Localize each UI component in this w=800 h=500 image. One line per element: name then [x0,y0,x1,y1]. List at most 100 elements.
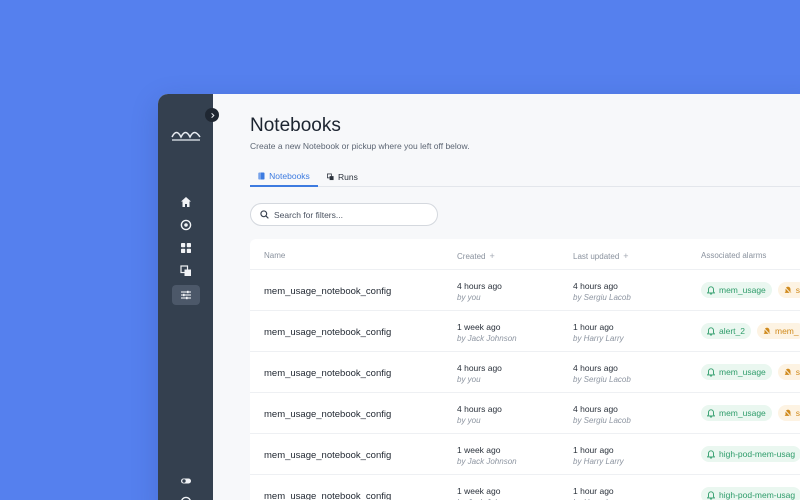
alarm-badge[interactable]: high-pod-mem-usag [701,487,800,500]
search-input[interactable]: Search for filters... [250,203,438,226]
page-subtitle: Create a new Notebook or pickup where yo… [250,141,470,151]
nav-copy[interactable] [172,261,200,281]
alarm-badge[interactable]: s [777,405,800,421]
column-header-alarms[interactable]: Associated alarms [701,251,766,260]
table-row[interactable]: mem_usage_notebook_config 1 week ago by Ja… [250,310,800,351]
alarm-badge[interactable]: s [777,282,800,298]
updated-cell: 1 hour agoby Harry Larry [573,445,624,466]
column-header-name[interactable]: Name [264,251,285,260]
updated-by: by Sergiu Lacob [573,375,631,384]
table-row[interactable]: mem_usage_notebook_config1 week agoby Ja… [250,433,800,474]
alarm-badge[interactable]: s [777,364,800,380]
column-header-created[interactable]: Created + [457,251,495,261]
alarm-label: alert_2 [719,326,745,336]
alarm-badge[interactable]: mem_usage [701,364,772,380]
copy-icon [180,265,191,276]
bell-off-icon [783,367,792,377]
tab-runs[interactable]: Runs [327,166,358,187]
bell-icon [707,490,715,500]
alarm-label: s [795,285,800,295]
app-window: Notebooks Create a new Notebook or picku… [158,94,800,500]
nav-help[interactable] [172,492,200,500]
updated-by: by Harry Larry [573,457,624,466]
created-cell: 4 hours ago by you [457,363,502,384]
alarms-cell: mem_usage s [701,282,800,298]
table-row[interactable]: mem_usage_notebook_config 4 hours ago by y… [250,351,800,392]
chevron-right-icon [210,112,215,118]
table-row[interactable]: mem_usage_notebook_config 1 week agoby Ja… [250,474,800,500]
updated-cell: 4 hours ago by Sergiu Lacob [573,404,631,425]
table-row[interactable]: mem_usage_notebook_config 4 hours ago by y… [250,392,800,433]
tab-notebooks[interactable]: Notebooks [250,166,318,187]
created-time: 4 hours ago [457,363,502,373]
column-header-alarms-label: Associated alarms [701,251,767,260]
notebook-name[interactable]: mem_usage_notebook_config [264,491,391,500]
nav-home[interactable] [172,192,200,212]
updated-time: 4 hours ago [573,363,618,373]
notebook-name[interactable]: mem_usage_notebook_config [264,327,391,338]
alarms-cell: high-pod-mem-usag [701,487,800,500]
updated-by: by Sergiu Lacob [573,416,631,425]
alarm-label: high-pod-mem-usag [719,449,796,459]
alarm-label: mem_usage [719,408,766,418]
created-cell: 1 week ago by Jack Johnson [457,322,517,343]
updated-cell: 4 hours ago by Sergiu Lacob [573,363,631,384]
updated-time: 4 hours ago [573,281,618,291]
bell-icon [707,285,715,295]
tab-runs-label: Runs [338,171,358,182]
notebook-name[interactable]: mem_usage_notebook_config [264,286,391,297]
updated-cell: 1 hour agoby Harry Larry [573,486,624,500]
bell-off-icon [783,408,792,418]
main-content: Notebooks Create a new Notebook or picku… [213,94,800,500]
toggle-icon [181,478,191,484]
alarm-badge[interactable]: mem_usage [701,282,772,298]
nav-sliders[interactable] [172,285,200,305]
alarm-label: s [795,408,800,418]
tab-bar: Notebooks Runs [250,166,800,187]
runs-icon [327,173,334,180]
wave-logo-icon[interactable] [171,128,201,142]
created-by: by Jack Johnson [457,334,517,343]
column-header-name-label: Name [264,251,286,260]
bell-icon [707,367,715,377]
column-header-created-label: Created [457,251,486,261]
alarm-badge[interactable]: mem_ [757,323,800,339]
nav-grid[interactable] [172,238,200,258]
created-cell: 1 week agoby Jack Johnson [457,486,517,500]
alarms-cell: high-pod-mem-usag [701,446,800,462]
search-icon [260,210,269,219]
alarm-label: mem_usage [719,367,766,377]
sort-icon[interactable]: + [489,251,494,261]
notebook-name[interactable]: mem_usage_notebook_config [264,409,391,420]
column-header-updated-label: Last updated [573,251,620,261]
notebook-icon [258,172,265,179]
alarm-label: mem_ [775,326,799,336]
table-row[interactable]: mem_usage_notebook_config 4 hours ago by y… [250,269,800,310]
bell-off-icon [783,285,792,295]
created-time: 4 hours ago [457,404,502,414]
notebook-name[interactable]: mem_usage_notebook_config [264,368,391,379]
bell-icon [707,449,715,459]
alarm-badge[interactable]: mem_usage [701,405,772,421]
sort-icon[interactable]: + [623,251,628,261]
alarm-badge[interactable]: high-pod-mem-usag [701,446,800,462]
target-icon [180,219,192,231]
collapse-sidebar-button[interactable] [205,108,219,122]
alarm-badge[interactable]: alert_2 [701,323,751,339]
sliders-icon [181,290,191,300]
updated-time: 1 hour ago [573,322,614,332]
updated-time: 1 hour ago [573,486,614,496]
column-header-updated[interactable]: Last updated + [573,251,629,261]
created-time: 1 week ago [457,322,501,332]
home-icon [181,197,191,207]
created-time: 4 hours ago [457,281,502,291]
updated-by: by Harry Larry [573,334,624,343]
created-cell: 4 hours ago by you [457,281,502,302]
nav-toggle[interactable] [172,471,200,491]
updated-by: by Sergiu Lacob [573,293,631,302]
help-icon [181,496,191,500]
notebook-name[interactable]: mem_usage_notebook_config [264,450,391,461]
bell-icon [707,408,715,418]
nav-target[interactable] [172,215,200,235]
search-placeholder: Search for filters... [274,209,343,220]
